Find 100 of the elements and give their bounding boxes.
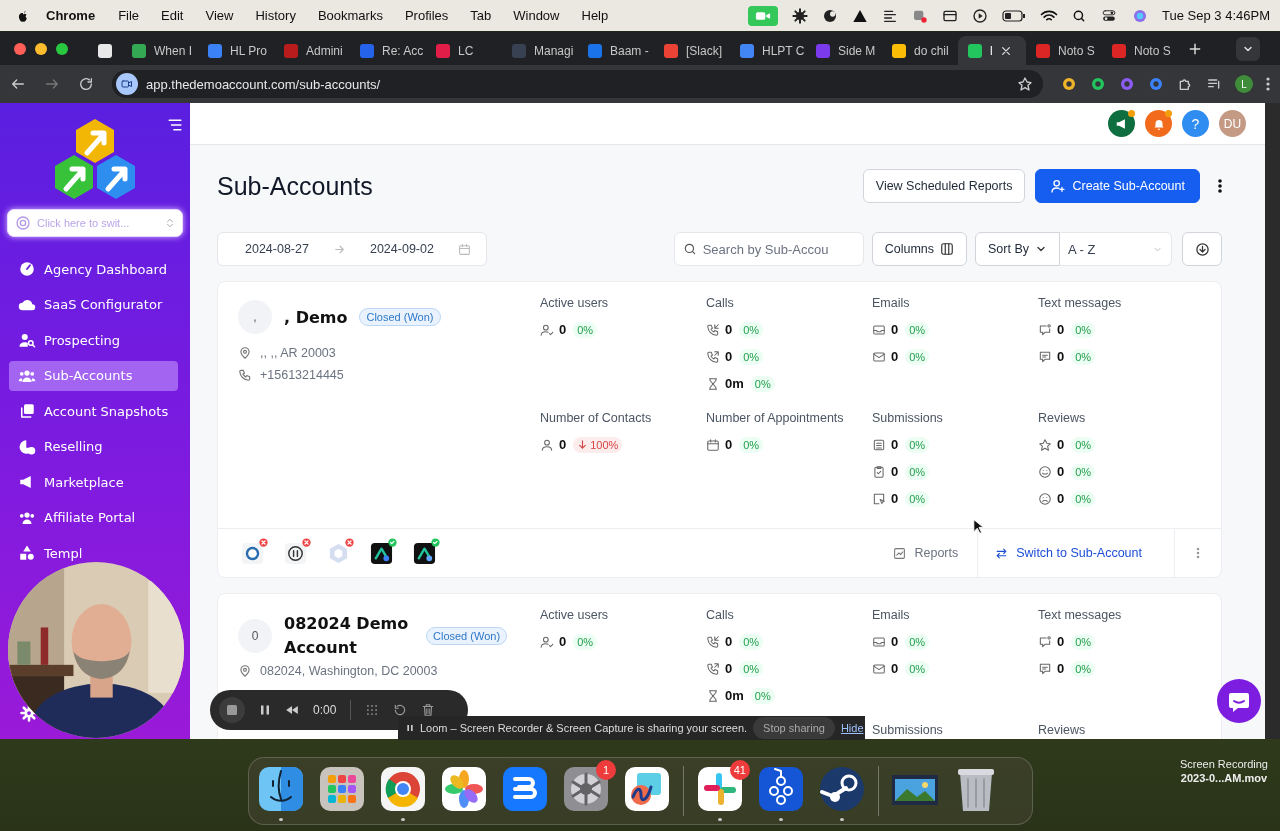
hash-logo-icon[interactable] xyxy=(696,765,744,813)
reload-icon[interactable] xyxy=(78,76,94,92)
hide-link[interactable]: Hide xyxy=(840,722,864,734)
tab-search-button[interactable] xyxy=(1236,36,1260,61)
rewind-icon[interactable] xyxy=(285,703,299,717)
sort-by-button[interactable]: Sort By xyxy=(975,232,1060,266)
menu-item[interactable]: Tab xyxy=(459,8,503,23)
address-bar[interactable]: app.thedemoaccount.com/sub-accounts/ xyxy=(112,70,1043,98)
wifi-icon[interactable] xyxy=(1040,8,1059,23)
browser-tab[interactable]: HLPT C xyxy=(730,36,806,65)
sidebar-item[interactable]: Prospecting xyxy=(9,325,178,355)
change-badge: 0% xyxy=(1071,321,1096,338)
chat-button[interactable] xyxy=(1217,679,1261,723)
browser-tab[interactable]: Noto S xyxy=(1026,36,1102,65)
grid-icon[interactable] xyxy=(365,703,380,717)
location-icon xyxy=(238,664,252,678)
view-scheduled-reports-button[interactable]: View Scheduled Reports xyxy=(862,169,1026,203)
zoom-button[interactable] xyxy=(56,42,68,55)
sort-order-dropdown[interactable]: A - Z xyxy=(1060,232,1172,266)
search-field[interactable]: Search by Sub-Accou xyxy=(673,232,864,266)
close-button[interactable] xyxy=(14,42,26,55)
browser-tab[interactable]: HL Pro xyxy=(198,36,274,65)
sidebar-item[interactable]: Marketplace xyxy=(9,467,178,497)
kebab-menu-icon[interactable] xyxy=(1266,76,1270,92)
flower-icon[interactable] xyxy=(440,765,488,813)
browser-tab[interactable]: Side M xyxy=(806,36,882,65)
date-range-field[interactable]: 2024-08-27 2024-09-02 xyxy=(217,232,487,266)
app-name[interactable]: Chrome xyxy=(30,8,108,23)
menu-item[interactable]: Help xyxy=(570,8,620,23)
browser-icon[interactable] xyxy=(379,765,427,813)
browser-tab[interactable]: do chil xyxy=(882,36,958,65)
extension-icon[interactable] xyxy=(1148,76,1164,92)
app-grid-icon[interactable] xyxy=(318,765,366,813)
close-icon[interactable] xyxy=(1000,45,1011,56)
battery-icon[interactable] xyxy=(1002,8,1027,23)
drawing-app-icon[interactable] xyxy=(623,765,671,813)
sidebar-item[interactable]: Affiliate Portal xyxy=(9,502,178,533)
sidebar-item[interactable]: Reselling xyxy=(9,431,178,462)
sidebar-item[interactable]: Agency Dashboard xyxy=(9,254,178,284)
app-icon[interactable] xyxy=(501,765,549,813)
sidebar-item[interactable]: SaaS Configurator xyxy=(9,289,178,320)
browser-tab[interactable]: [Slack] xyxy=(654,36,730,65)
metric-value: 0 xyxy=(891,634,899,649)
grapes-icon[interactable] xyxy=(757,765,805,813)
reports-link[interactable]: Reports xyxy=(874,546,978,560)
profile-avatar[interactable]: L xyxy=(1235,75,1253,93)
extension-icon[interactable] xyxy=(1119,76,1135,92)
play-icon[interactable] xyxy=(972,7,989,24)
steam-icon[interactable] xyxy=(818,765,866,813)
sharing-message: Loom – Screen Recorder & Screen Capture is sharing your screen. xyxy=(420,722,748,734)
trash-icon[interactable] xyxy=(421,703,436,717)
browser-tab[interactable]: Managi xyxy=(502,36,578,65)
download-button[interactable] xyxy=(1182,232,1222,266)
stop-recording-button[interactable] xyxy=(219,697,245,723)
metric-value: 0 xyxy=(891,464,899,479)
forward-icon[interactable] xyxy=(44,76,60,92)
new-tab-icon[interactable] xyxy=(1188,41,1202,56)
menu-item[interactable]: Bookmarks xyxy=(306,8,394,23)
menu-item[interactable]: History xyxy=(244,8,307,23)
menu-item[interactable]: Edit xyxy=(150,8,195,23)
stop-sharing-button[interactable]: Stop sharing xyxy=(753,717,835,739)
sidebar-item[interactable]: Templ xyxy=(9,538,178,568)
metric-value: 0 xyxy=(725,661,733,676)
user-check-icon xyxy=(540,634,554,649)
menu-item[interactable]: View xyxy=(194,8,245,23)
finder-icon[interactable] xyxy=(257,765,305,813)
star-icon[interactable] xyxy=(1017,76,1033,92)
minimize-button[interactable] xyxy=(35,42,47,55)
menu-item[interactable]: File xyxy=(107,8,151,23)
create-sub-account-button[interactable]: Create Sub-Account xyxy=(1035,169,1200,203)
browser-tab[interactable]: l xyxy=(958,36,1026,65)
swap-icon xyxy=(995,546,1009,560)
notifications-button[interactable] xyxy=(1145,110,1172,137)
metric-value: 0 xyxy=(1057,464,1065,479)
pause-icon[interactable] xyxy=(259,703,271,717)
browser-tab[interactable]: When I xyxy=(122,36,198,65)
sidebar-item[interactable]: Sub-Accounts xyxy=(9,360,178,391)
half-circle-icon[interactable] xyxy=(822,7,839,24)
browser-tab[interactable]: Noto S xyxy=(1102,36,1178,65)
sidebar-item[interactable]: Account Snapshots xyxy=(9,396,178,426)
menu-icon[interactable] xyxy=(168,119,182,131)
browser-tab[interactable]: LC xyxy=(426,36,502,65)
site-info-icon[interactable] xyxy=(116,73,138,95)
puzzle-icon[interactable] xyxy=(1177,76,1193,92)
kebab-menu-icon[interactable] xyxy=(1218,178,1222,194)
megaphone-button[interactable] xyxy=(1108,110,1135,137)
menu-item[interactable]: Window xyxy=(502,8,571,23)
back-icon[interactable] xyxy=(10,76,26,92)
columns-button[interactable]: Columns xyxy=(871,232,967,266)
extension-icon[interactable] xyxy=(1090,76,1106,92)
extension-icon[interactable] xyxy=(1061,76,1077,92)
restart-icon[interactable] xyxy=(393,703,408,717)
browser-tab[interactable]: Baam - xyxy=(578,36,654,65)
reading-list-icon[interactable] xyxy=(1206,76,1222,92)
browser-tab[interactable]: Admini xyxy=(274,36,350,65)
search-icon[interactable] xyxy=(1072,8,1087,23)
menu-item[interactable]: Profiles xyxy=(393,8,460,23)
browser-tab[interactable]: Re: Acc xyxy=(350,36,426,65)
siri-icon[interactable] xyxy=(1132,7,1149,24)
change-badge: 0% xyxy=(750,687,775,704)
